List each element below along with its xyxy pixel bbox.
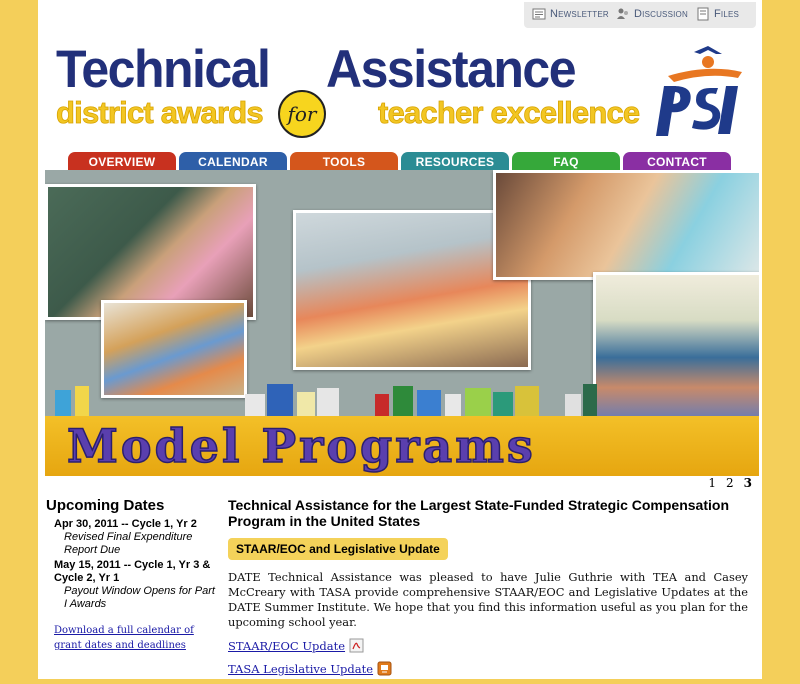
staar-eoc-update-link[interactable]: STAAR/EOC Update xyxy=(228,638,748,653)
main-content: Technical Assistance for the Largest Sta… xyxy=(228,497,748,684)
tab-calendar[interactable]: CALENDAR xyxy=(179,152,287,172)
tab-tools[interactable]: TOOLS xyxy=(290,152,398,172)
tab-overview[interactable]: OVERVIEW xyxy=(68,152,176,172)
page-container: Newsletter Discussion Files Technical As… xyxy=(38,0,762,679)
tab-calendar-label: CALENDAR xyxy=(198,155,268,169)
discussion-label: Discussion xyxy=(634,8,688,20)
upcoming-dates: Upcoming Dates Apr 30, 2011 -- Cycle 1, … xyxy=(46,497,216,653)
discussion-icon xyxy=(617,8,628,19)
event-date: May 15, 2011 -- Cycle 1, Yr 3 & Cycle 2,… xyxy=(54,559,211,584)
tab-contact-label: CONTACT xyxy=(647,155,707,169)
site-title-right: Assistance xyxy=(326,39,577,99)
tasa-legislative-update-link[interactable]: TASA Legislative Update xyxy=(228,661,748,676)
files-icon xyxy=(697,7,709,21)
main-nav: OVERVIEW CALENDAR TOOLS RESOURCES FAQ CO… xyxy=(68,152,731,172)
upcoming-heading: Upcoming Dates xyxy=(46,497,165,514)
newsletter-link[interactable]: Newsletter xyxy=(532,7,609,21)
tab-resources-label: RESOURCES xyxy=(415,155,495,169)
for-badge: for xyxy=(278,90,326,138)
staar-update-button[interactable]: STAAR/EOC and Legislative Update xyxy=(228,538,448,560)
banner-headline: Model Programs xyxy=(66,419,536,473)
photo-smiling-girls xyxy=(493,170,759,280)
main-paragraph: DATE Technical Assistance was pleased to… xyxy=(228,570,748,629)
tab-resources[interactable]: RESOURCES xyxy=(401,152,509,172)
pager-item-current[interactable]: 3 xyxy=(744,476,752,490)
tab-overview-label: OVERVIEW xyxy=(88,155,156,169)
event-date: Apr 30, 2011 -- Cycle 1, Yr 2 xyxy=(54,518,197,530)
event-description: Revised Final Expenditure Report Due xyxy=(64,531,193,556)
tab-tools-label: TOOLS xyxy=(322,155,366,169)
staar-eoc-update-label: STAAR/EOC Update xyxy=(228,638,346,653)
files-link[interactable]: Files xyxy=(696,7,739,21)
newsletter-label: Newsletter xyxy=(550,8,609,20)
site-subtitle-right: teacher excellence xyxy=(378,95,641,130)
tab-faq[interactable]: FAQ xyxy=(512,152,620,172)
tab-faq-label: FAQ xyxy=(553,155,579,169)
main-heading: Technical Assistance for the Largest Sta… xyxy=(228,497,729,529)
newsletter-icon xyxy=(532,8,546,20)
pdf-icon xyxy=(349,638,364,653)
powerpoint-icon xyxy=(377,661,392,676)
site-subtitle-left: district awards xyxy=(56,95,264,130)
slideshow-pager: 1 2 3 xyxy=(708,476,752,490)
pager-item[interactable]: 2 xyxy=(726,476,734,490)
psi-logo xyxy=(656,46,742,136)
download-calendar-link[interactable]: Download a full calendar of grant dates … xyxy=(54,623,216,653)
pager-item[interactable]: 1 xyxy=(708,476,716,490)
site-title-left: Technical xyxy=(56,39,271,99)
files-label: Files xyxy=(714,8,740,20)
tab-contact[interactable]: CONTACT xyxy=(623,152,731,172)
tasa-legislative-update-label: TASA Legislative Update xyxy=(228,661,374,676)
utility-bar: Newsletter Discussion Files xyxy=(524,2,756,28)
banner-slideshow[interactable]: Model Programs xyxy=(45,170,759,476)
discussion-link[interactable]: Discussion xyxy=(616,7,688,21)
event-description: Payout Window Opens for Part I Awards xyxy=(64,585,215,610)
